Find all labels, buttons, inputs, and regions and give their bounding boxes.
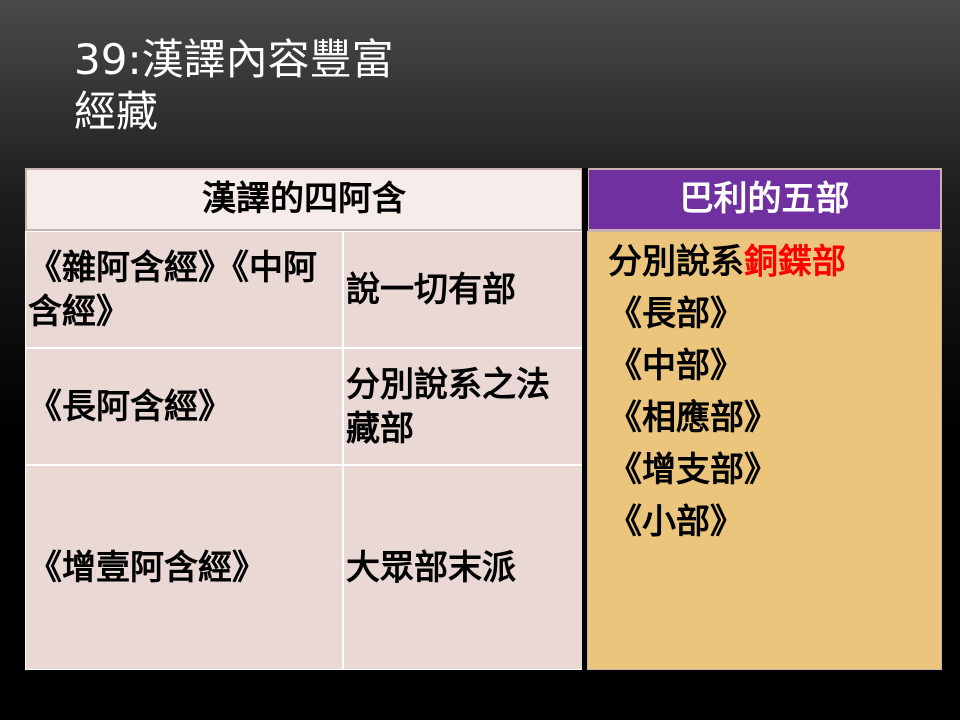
comparison-table: 漢譯的四阿含 巴利的五部 《雜阿含經》《中阿含經》 說一切有部 《長阿含經》 分… <box>25 168 942 670</box>
agama-text-2: 《長阿含經》 <box>28 386 232 427</box>
nikaya-item: 《長部》 <box>608 294 744 334</box>
pali-school-line: 分別說系銅鍱部 <box>608 236 941 288</box>
nikaya-item: 《中部》 <box>608 346 744 386</box>
nikaya-item: 《相應部》 <box>608 398 778 438</box>
pali-school-highlight: 銅鍱部 <box>744 242 846 282</box>
nikaya-item: 《增支部》 <box>608 450 778 490</box>
agama-school-2: 分別說系之法藏部 <box>346 364 550 449</box>
agama-school-3: 大眾部末派 <box>346 547 516 588</box>
slide-title: 39:漢譯內容豐富 經藏 <box>74 34 674 138</box>
header-chinese-agamas: 漢譯的四阿含 <box>25 168 583 231</box>
table-cell-text: 《雜阿含經》《中阿含經》 <box>25 231 343 348</box>
pali-school-prefix: 分別說系 <box>608 242 744 282</box>
nikaya-item: 《小部》 <box>608 502 744 542</box>
slide-title-line2: 經藏 <box>74 87 159 136</box>
table-cell-text: 《增壹阿含經》 <box>25 465 343 670</box>
table-cell-school: 分別說系之法藏部 <box>343 348 583 465</box>
agama-text-3: 《增壹阿含經》 <box>28 547 266 588</box>
pali-nikaya-list: 分別說系銅鍱部 《長部》 《中部》 《相應部》 《增支部》 《小部》 <box>587 231 942 670</box>
table-cell-school: 說一切有部 <box>343 231 583 348</box>
header-pali-nikayas: 巴利的五部 <box>587 168 942 231</box>
slide-title-line1: 39:漢譯內容豐富 <box>74 35 394 84</box>
agama-school-1: 說一切有部 <box>346 269 516 310</box>
table-cell-school: 大眾部末派 <box>343 465 583 670</box>
table-cell-text: 《長阿含經》 <box>25 348 343 465</box>
agama-text-1: 《雜阿含經》《中阿含經》 <box>28 247 317 332</box>
